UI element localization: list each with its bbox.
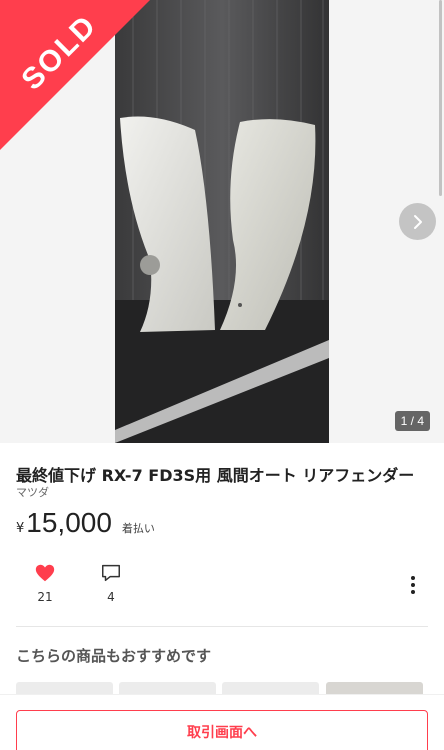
- like-button[interactable]: 21: [28, 562, 62, 604]
- item-actions: 21 4: [0, 562, 444, 612]
- product-photo[interactable]: [115, 0, 329, 443]
- image-page-counter: 1 / 4: [394, 411, 430, 431]
- shipping-method: 着払い: [121, 522, 155, 535]
- comment-icon: [102, 564, 120, 582]
- like-count: 21: [37, 590, 53, 604]
- sold-label: SOLD: [15, 8, 104, 97]
- more-vertical-icon: [411, 576, 415, 580]
- recommend-heading: こちらの商品もおすすめです: [16, 647, 212, 665]
- heart-icon: [35, 564, 55, 582]
- image-gallery[interactable]: SOLD 1 / 4: [0, 0, 444, 443]
- more-options-button[interactable]: [410, 576, 416, 594]
- comment-button[interactable]: 4: [94, 562, 128, 604]
- currency-symbol: ¥: [16, 521, 25, 536]
- comment-count: 4: [107, 590, 115, 604]
- fender-photo-illustration: [115, 0, 329, 443]
- chevron-right-icon: [413, 214, 422, 229]
- item-title: 最終値下げ RX-7 FD3S用 風間オート リアフェンダー: [16, 466, 415, 485]
- bottom-action-bar: 取引画面へ: [0, 694, 444, 750]
- trade-screen-button[interactable]: 取引画面へ: [16, 710, 428, 750]
- divider: [16, 626, 428, 627]
- item-brand[interactable]: マツダ: [16, 484, 49, 500]
- price-amount: 15,000: [26, 507, 112, 538]
- scrollbar[interactable]: [439, 0, 442, 196]
- item-price: ¥ 15,000 着払い: [16, 507, 155, 539]
- next-image-button[interactable]: [399, 203, 436, 240]
